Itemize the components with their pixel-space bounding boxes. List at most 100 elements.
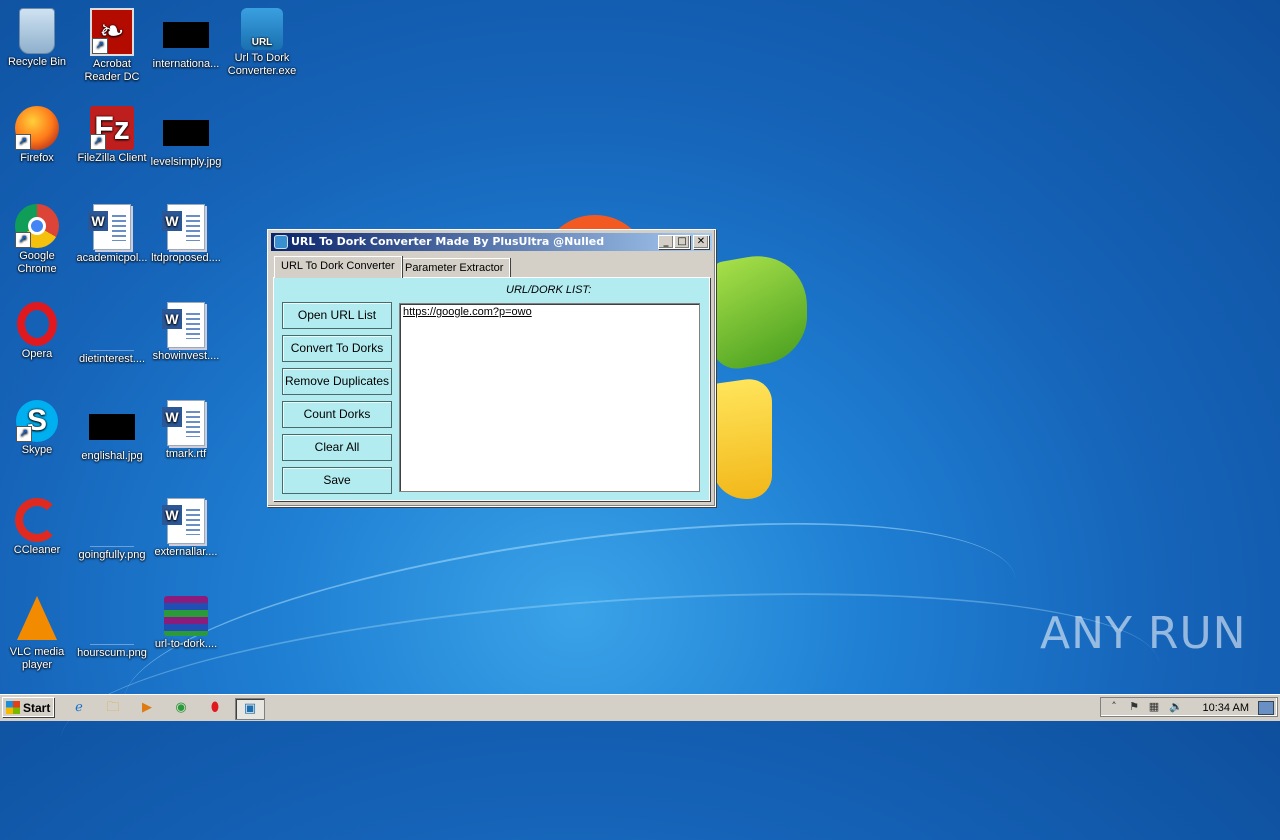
- desktop-icon-label: tmark.rtf: [165, 448, 207, 460]
- desktop-icon-englishal[interactable]: englishal.jpg: [75, 400, 149, 463]
- desktop-icon-label: englishal.jpg: [81, 450, 143, 462]
- desktop-icon-opera[interactable]: Opera: [0, 302, 74, 361]
- word-doc-icon: [162, 400, 205, 446]
- url-app-icon: URL: [241, 8, 283, 50]
- window-titlebar[interactable]: URL To Dork Converter Made By PlusUltra …: [271, 233, 712, 251]
- desktop-icon-label: Recycle Bin: [7, 56, 67, 68]
- chrome-icon: ↗: [15, 204, 59, 248]
- desktop-icon-label: url-to-dork....: [154, 638, 218, 650]
- desktop-icon-vlc[interactable]: VLC media player: [0, 596, 74, 672]
- minimize-button[interactable]: _: [658, 235, 674, 249]
- tab-parameter-extractor[interactable]: Parameter Extractor: [398, 258, 511, 277]
- desktop-icon-showinvest[interactable]: showinvest....: [149, 302, 223, 363]
- word-doc-icon: [162, 204, 205, 250]
- desktop-icon-academicpol[interactable]: academicpol...: [75, 204, 149, 265]
- open-url-list-button[interactable]: Open URL List: [282, 302, 392, 329]
- image-file-icon: [163, 22, 209, 48]
- image-file-icon: [163, 120, 209, 146]
- start-label: Start: [23, 701, 51, 715]
- converter-panel: URL/DORK LIST: Open URL List Convert To …: [273, 277, 710, 501]
- desktop-icon-levelsimply[interactable]: levelsimply.jpg: [149, 106, 223, 169]
- opera-icon: [17, 302, 57, 346]
- desktop-icon-label: levelsimply.jpg: [150, 156, 222, 168]
- desktop-icon-label: Firefox: [20, 152, 54, 164]
- desktop-icon-tmark[interactable]: tmark.rtf: [149, 400, 223, 461]
- remove-duplicates-button[interactable]: Remove Duplicates: [282, 368, 392, 395]
- convert-to-dorks-button[interactable]: Convert To Dorks: [282, 335, 392, 362]
- count-dorks-button[interactable]: Count Dorks: [282, 401, 392, 428]
- blank-file-icon: [90, 516, 134, 547]
- desktop-icon-recycle-bin[interactable]: Recycle Bin: [0, 8, 74, 69]
- start-button[interactable]: Start: [2, 697, 54, 717]
- word-doc-icon: [88, 204, 131, 250]
- anyrun-watermark: ANY RUN: [1040, 608, 1247, 659]
- clock[interactable]: 10:34 AM: [1203, 698, 1249, 718]
- word-doc-icon: [162, 498, 205, 544]
- desktop-icon-url-to-dork[interactable]: URL Url To Dork Converter.exe: [225, 8, 299, 78]
- show-desktop-button[interactable]: [1258, 701, 1274, 715]
- close-button[interactable]: ✕: [693, 235, 709, 249]
- internet-explorer-icon[interactable]: ℯ: [68, 698, 90, 718]
- desktop-icon-label: academicpol...: [76, 252, 148, 264]
- winrar-icon: [164, 596, 208, 636]
- blank-file-icon: [90, 320, 134, 351]
- word-doc-icon: [162, 302, 205, 348]
- network-icon[interactable]: ▦: [1147, 700, 1161, 714]
- media-player-icon[interactable]: ▶: [136, 698, 158, 718]
- maximize-button[interactable]: □: [674, 235, 690, 249]
- tab-url-to-dork-converter[interactable]: URL To Dork Converter: [274, 256, 402, 278]
- system-tray: ˄ ⚑ ▦ 🔉 10:34 AM: [1100, 697, 1278, 717]
- desktop-icon-label: ltdproposed....: [151, 252, 221, 264]
- url-to-dork-window: URL To Dork Converter Made By PlusUltra …: [267, 229, 716, 507]
- explorer-icon[interactable]: 🗀: [102, 698, 124, 718]
- save-button[interactable]: Save: [282, 467, 392, 494]
- windows-logo-green: [712, 246, 807, 374]
- desktop-icon-url-to-dork-archive[interactable]: url-to-dork....: [149, 596, 223, 651]
- desktop-icon-label: VLC media player: [9, 646, 65, 671]
- windows-logo-yellow: [712, 375, 772, 505]
- desktop-icon-label: goingfully.png: [78, 549, 146, 561]
- desktop-icon-label: Acrobat Reader DC: [84, 58, 140, 83]
- url-app-icon[interactable]: ▣: [235, 698, 265, 720]
- desktop-icon-filezilla[interactable]: Fz ↗ FileZilla Client: [75, 106, 149, 165]
- skype-icon: S ↗: [16, 400, 58, 442]
- desktop-icon-label: hourscum.png: [77, 647, 147, 659]
- window-title: URL To Dork Converter Made By PlusUltra …: [291, 235, 605, 248]
- desktop-icon-dietinterest[interactable]: dietinterest....: [75, 302, 149, 366]
- desktop-icon-label: FileZilla Client: [77, 152, 147, 164]
- flag-icon[interactable]: ⚑: [1127, 700, 1141, 714]
- desktop-icon-hourscum[interactable]: hourscum.png: [75, 596, 149, 660]
- desktop-icon-label: Opera: [21, 348, 53, 360]
- chrome-icon[interactable]: ◉: [170, 698, 192, 718]
- desktop-icon-label: dietinterest....: [78, 353, 146, 365]
- taskbar: Start ℯ 🗀 ▶ ◉ ⬮ ▣ ˄ ⚑ ▦ 🔉 10:34 AM: [0, 694, 1280, 721]
- acrobat-icon: ❧ ↗: [90, 8, 134, 56]
- desktop-icon-label: showinvest....: [152, 350, 220, 362]
- volume-icon[interactable]: 🔉: [1169, 700, 1183, 714]
- opera-icon[interactable]: ⬮: [204, 698, 226, 718]
- desktop-icon-firefox[interactable]: ↗ Firefox: [0, 106, 74, 165]
- image-file-icon: [89, 414, 135, 440]
- desktop-icon-ccleaner[interactable]: CCleaner: [0, 498, 74, 557]
- app-icon: [274, 235, 288, 249]
- desktop-icon-skype[interactable]: S ↗ Skype: [0, 400, 74, 457]
- url-dork-list-textarea[interactable]: https://google.com?p=owo: [399, 303, 700, 492]
- ccleaner-icon: [15, 498, 59, 542]
- desktop-icon-label: CCleaner: [13, 544, 61, 556]
- firefox-icon: ↗: [15, 106, 59, 150]
- clear-all-button[interactable]: Clear All: [282, 434, 392, 461]
- desktop-icon-externallar[interactable]: externallar....: [149, 498, 223, 559]
- desktop-icon-international[interactable]: internationa...: [149, 8, 223, 71]
- desktop-icon-label: internationa...: [152, 58, 220, 70]
- vlc-icon: [17, 596, 57, 640]
- desktop-icon-label: externallar....: [154, 546, 218, 558]
- desktop-icon-label: Skype: [21, 444, 53, 456]
- recycle-bin-icon: [19, 8, 55, 54]
- desktop-icon-goingfully[interactable]: goingfully.png: [75, 498, 149, 562]
- chevron-up-icon[interactable]: ˄: [1107, 700, 1121, 714]
- desktop-icon-ltdproposed[interactable]: ltdproposed....: [149, 204, 223, 265]
- desktop-icon-chrome[interactable]: ↗ Google Chrome: [0, 204, 74, 276]
- filezilla-icon: Fz ↗: [90, 106, 134, 150]
- url-dork-list-label: URL/DORK LIST:: [506, 284, 592, 296]
- desktop-icon-acrobat[interactable]: ❧ ↗ Acrobat Reader DC: [75, 8, 149, 84]
